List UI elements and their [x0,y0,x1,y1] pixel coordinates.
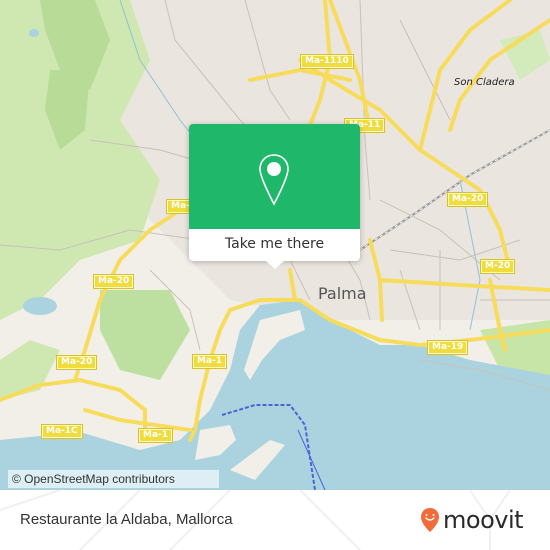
location-popup: Take me there [189,124,360,269]
road-label-ma-20-sw: Ma-20 [55,355,98,370]
take-me-there-button[interactable]: Take me there [189,229,360,261]
road-label-ma-20-east: Ma-20 [446,192,489,207]
place-label-palma: Palma [318,284,367,303]
moovit-logo[interactable]: moovit [420,505,524,535]
place-title: Restaurante la Aldaba, Mallorca [20,511,233,528]
footer-bar: Restaurante la Aldaba, Mallorca moovit [0,490,550,550]
map-attribution[interactable]: © OpenStreetMap contributors [8,470,219,488]
location-pin-icon [259,154,289,206]
road-label-ma-1-port: Ma-1 [191,354,228,369]
moovit-pin-icon [421,508,439,532]
popup-caret [266,261,284,269]
road-label-ma-1c: Ma-1C [41,424,83,439]
moovit-wordmark: moovit [443,506,524,534]
road-label-ma-1-south: Ma-1 [137,428,174,443]
popup-header [189,124,360,229]
place-label-son-cladera: Son Cladera [454,77,515,88]
road-label-ma-19: Ma-19 [426,340,469,355]
road-label-ma-1110: Ma-1110 [300,54,354,69]
map-view[interactable]: Palma Son Cladera Ma-1110 Ma-11 Ma-20 Ma… [0,0,550,490]
road-label-ma-20-west: Ma-20 [92,274,135,289]
road-label-m-20: M-20 [479,259,516,274]
